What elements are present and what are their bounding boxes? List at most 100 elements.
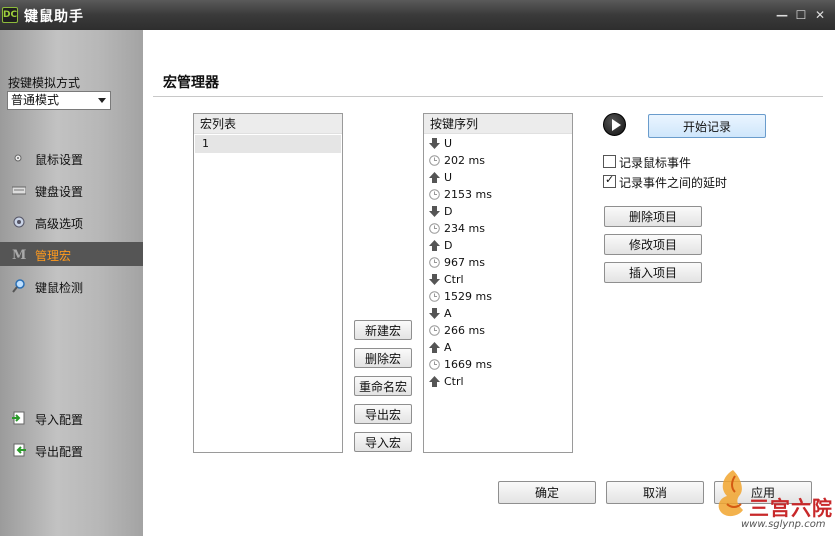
sequence-item-label: 202 ms xyxy=(444,154,485,167)
import-config-button[interactable]: 导入配置 xyxy=(0,406,143,430)
list-item[interactable]: 1 xyxy=(195,135,341,153)
sidebar-item-label: 高级选项 xyxy=(35,217,84,231)
chevron-down-icon xyxy=(98,98,106,103)
sidebar-item-advanced-options[interactable]: 高级选项 xyxy=(0,210,143,234)
mouse-icon xyxy=(14,154,22,162)
export-macro-button[interactable]: 导出宏 xyxy=(354,404,412,424)
list-item[interactable]: 266 ms xyxy=(424,322,572,339)
list-item[interactable]: A xyxy=(424,305,572,322)
list-item[interactable]: 202 ms xyxy=(424,152,572,169)
key-sequence-list[interactable]: 按键序列 U 202 ms U 2153 ms D 234 ms D 967 ms Ctrl 15… xyxy=(423,113,573,453)
clock-icon xyxy=(429,359,440,370)
play-icon[interactable] xyxy=(603,113,626,136)
record-mouse-checkbox[interactable] xyxy=(603,155,616,168)
mode-label: 按键模拟方式 xyxy=(8,76,81,90)
import-config-label: 导入配置 xyxy=(35,413,84,427)
mode-select[interactable]: 普通模式 xyxy=(7,91,111,110)
import-macro-button[interactable]: 导入宏 xyxy=(354,432,412,452)
app-logo-icon: DC xyxy=(2,7,18,23)
sidebar-item-keyboard-settings[interactable]: 键盘设置 xyxy=(0,178,143,202)
key-sequence-header: 按键序列 xyxy=(424,114,572,134)
list-item[interactable]: U xyxy=(424,135,572,152)
sequence-item-label: D xyxy=(444,239,453,252)
sidebar-item-input-test[interactable]: 键鼠检测 xyxy=(0,274,143,298)
macro-list-header: 宏列表 xyxy=(194,114,342,134)
rename-macro-button[interactable]: 重命名宏 xyxy=(354,376,412,396)
record-mouse-label: 记录鼠标事件 xyxy=(619,156,692,170)
clock-icon xyxy=(429,325,440,336)
clock-icon xyxy=(429,223,440,234)
list-item[interactable]: D xyxy=(424,237,572,254)
export-config-label: 导出配置 xyxy=(35,445,84,459)
sequence-item-label: A xyxy=(444,341,452,354)
delete-item-button[interactable]: 删除项目 xyxy=(604,206,702,227)
sequence-item-label: Ctrl xyxy=(444,375,464,388)
sequence-item-label: 234 ms xyxy=(444,222,485,235)
clock-icon xyxy=(429,189,440,200)
watermark-text: 三宫六院 xyxy=(749,496,833,520)
title-bar: DC 键鼠助手 — ☐ ✕ xyxy=(0,0,835,30)
delete-macro-button[interactable]: 删除宏 xyxy=(354,348,412,368)
mode-select-value: 普通模式 xyxy=(11,93,60,107)
gear-icon xyxy=(13,216,25,228)
arrow-up-icon xyxy=(429,172,440,183)
record-delay-label: 记录事件之间的延时 xyxy=(619,176,728,190)
sequence-item-label: U xyxy=(444,171,453,184)
sidebar-item-label: 键盘设置 xyxy=(35,185,84,199)
start-recording-button[interactable]: 开始记录 xyxy=(648,114,766,138)
list-item[interactable]: Ctrl xyxy=(424,271,572,288)
record-delay-checkbox[interactable] xyxy=(603,173,616,188)
macro-list[interactable]: 宏列表 1 xyxy=(193,113,343,453)
minimize-button[interactable]: — xyxy=(774,7,790,23)
sequence-item-label: 967 ms xyxy=(444,256,485,269)
list-item[interactable]: 234 ms xyxy=(424,220,572,237)
sequence-item-label: 266 ms xyxy=(444,324,485,337)
sequence-item-label: Ctrl xyxy=(444,273,464,286)
sidebar-item-label: 鼠标设置 xyxy=(35,153,84,167)
sequence-item-label: D xyxy=(444,205,453,218)
page-title: 宏管理器 xyxy=(163,75,219,91)
sequence-item-label: A xyxy=(444,307,452,320)
list-item[interactable]: 1529 ms xyxy=(424,288,572,305)
cancel-button[interactable]: 取消 xyxy=(606,481,704,504)
close-button[interactable]: ✕ xyxy=(812,7,828,23)
list-item[interactable]: U xyxy=(424,169,572,186)
arrow-up-icon xyxy=(429,376,440,387)
list-item[interactable]: D xyxy=(424,203,572,220)
list-item[interactable]: 967 ms xyxy=(424,254,572,271)
magnifier-icon xyxy=(12,279,25,293)
clock-icon xyxy=(429,155,440,166)
clock-icon xyxy=(429,257,440,268)
insert-item-button[interactable]: 插入项目 xyxy=(604,262,702,283)
new-macro-button[interactable]: 新建宏 xyxy=(354,320,412,340)
arrow-down-icon xyxy=(429,206,440,217)
export-icon xyxy=(13,443,26,457)
maximize-button[interactable]: ☐ xyxy=(793,7,809,23)
list-item[interactable]: 2153 ms xyxy=(424,186,572,203)
arrow-down-icon xyxy=(429,138,440,149)
export-config-button[interactable]: 导出配置 xyxy=(0,438,143,462)
sidebar-item-label: 管理宏 xyxy=(35,249,72,263)
window-title: 键鼠助手 xyxy=(24,9,84,25)
import-icon xyxy=(12,411,25,425)
arrow-up-icon xyxy=(429,240,440,251)
sidebar: 按键模拟方式 普通模式 鼠标设置 键盘设置 高级选项 M 管理宏 键鼠检测 导入… xyxy=(0,30,143,536)
modify-item-button[interactable]: 修改项目 xyxy=(604,234,702,255)
macro-m-icon: M xyxy=(12,248,26,261)
arrow-down-icon xyxy=(429,274,440,285)
list-item[interactable]: 1669 ms xyxy=(424,356,572,373)
ok-button[interactable]: 确定 xyxy=(498,481,596,504)
sidebar-item-manage-macros[interactable]: M 管理宏 xyxy=(0,242,143,266)
arrow-down-icon xyxy=(429,308,440,319)
list-item[interactable]: Ctrl xyxy=(424,373,572,390)
watermark-url: www.sglynp.com xyxy=(741,519,826,530)
watermark: 三宫六院 www.sglynp.com xyxy=(705,462,835,536)
sequence-item-label: 2153 ms xyxy=(444,188,492,201)
arrow-up-icon xyxy=(429,342,440,353)
keyboard-icon xyxy=(12,186,26,195)
sidebar-item-mouse-settings[interactable]: 鼠标设置 xyxy=(0,146,143,170)
sidebar-item-label: 键鼠检测 xyxy=(35,281,84,295)
sequence-item-label: U xyxy=(444,137,453,150)
list-item[interactable]: A xyxy=(424,339,572,356)
clock-icon xyxy=(429,291,440,302)
